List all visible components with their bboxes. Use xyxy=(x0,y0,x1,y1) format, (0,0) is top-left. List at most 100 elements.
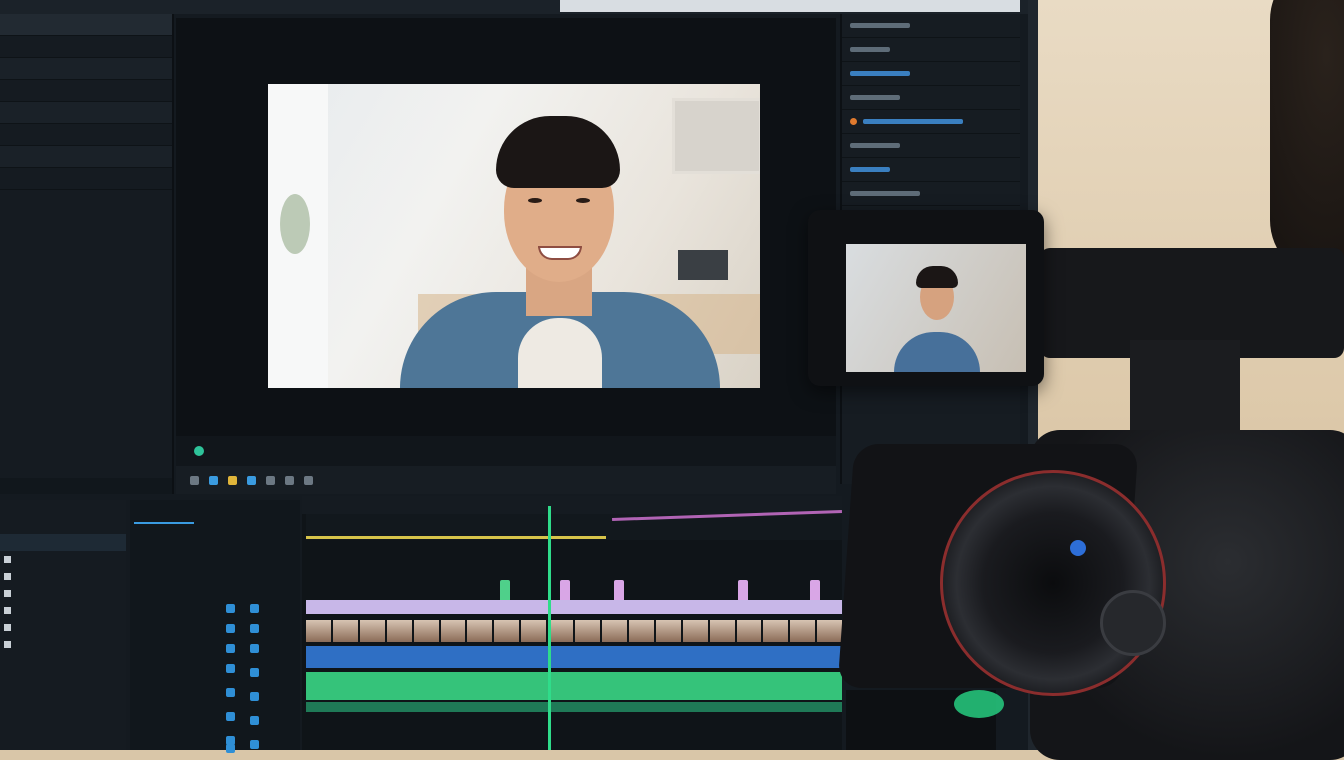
mixer-knob xyxy=(250,644,259,653)
project-row xyxy=(0,500,126,517)
mixer-knob xyxy=(226,644,235,653)
project-row xyxy=(0,602,126,619)
panel-row xyxy=(0,102,172,124)
hair xyxy=(496,116,620,188)
thumbnail xyxy=(359,620,385,642)
checkbox xyxy=(4,556,11,563)
property-bar xyxy=(863,119,963,124)
project-row-selected xyxy=(0,534,126,551)
thumbnail xyxy=(386,620,412,642)
property-row xyxy=(842,62,1020,86)
thumbnail xyxy=(332,620,358,642)
project-panel xyxy=(0,500,126,750)
video-clip-thumbnails xyxy=(306,620,843,642)
thumbnail xyxy=(413,620,439,642)
mixer-knob xyxy=(226,712,235,721)
white-tee xyxy=(518,318,602,388)
thumbnail xyxy=(494,620,520,642)
tool-icon xyxy=(247,475,256,485)
plant xyxy=(280,194,310,254)
mixer-knob xyxy=(250,740,259,749)
viewer-controls xyxy=(176,436,836,466)
panel-row xyxy=(0,36,172,58)
thumbnail xyxy=(763,620,789,642)
mixer-knob xyxy=(250,604,259,613)
property-row xyxy=(842,110,1020,134)
mixer-knob xyxy=(250,668,259,677)
thumbnail xyxy=(655,620,681,642)
checkbox xyxy=(4,641,11,648)
project-row xyxy=(0,619,126,636)
camera-monitor xyxy=(808,210,1044,386)
camera-lens xyxy=(940,470,1166,696)
project-row xyxy=(0,568,126,585)
thumbnail xyxy=(790,620,816,642)
program-viewer xyxy=(176,18,836,466)
property-bar xyxy=(850,143,900,148)
tool-icon xyxy=(285,475,294,485)
record-indicator xyxy=(194,446,204,456)
mixer-knob xyxy=(226,664,235,673)
mixer-knob xyxy=(226,744,235,753)
mixer-knob xyxy=(250,624,259,633)
tab-underline xyxy=(134,522,194,524)
camera-operator xyxy=(1270,0,1344,280)
mixer-knob xyxy=(226,604,235,613)
timeline-header xyxy=(302,496,842,514)
property-row xyxy=(842,182,1020,206)
transport-toolbar xyxy=(176,466,836,494)
panel-row xyxy=(0,146,172,168)
thumbnail xyxy=(601,620,627,642)
indicator-glow xyxy=(954,690,1004,718)
photo-scene xyxy=(0,0,1344,760)
property-row xyxy=(842,158,1020,182)
property-bar xyxy=(850,191,920,196)
monitor-shirt xyxy=(894,332,980,372)
thumbnail xyxy=(575,620,600,642)
work-area-bar xyxy=(306,536,606,539)
panel-footer xyxy=(0,478,172,494)
panel-row xyxy=(0,80,172,102)
property-row xyxy=(842,134,1020,158)
property-bar xyxy=(850,71,910,76)
title-clip xyxy=(306,600,842,614)
audio-clip xyxy=(306,672,842,700)
tool-icon xyxy=(266,475,275,485)
status-dot xyxy=(850,118,857,125)
project-row xyxy=(0,636,126,653)
property-bar xyxy=(850,23,910,28)
video-preview xyxy=(268,84,760,388)
checkbox xyxy=(4,607,11,614)
smiling-man xyxy=(400,106,720,388)
camera-monitor-screen xyxy=(846,244,1026,372)
timeline xyxy=(302,496,843,750)
property-row xyxy=(842,86,1020,110)
mixer-knob xyxy=(226,688,235,697)
thumbnail xyxy=(440,620,466,642)
mixer-knob xyxy=(250,716,259,725)
thumbnail xyxy=(817,620,843,642)
thumbnail xyxy=(548,620,574,642)
camera-dial xyxy=(1100,590,1166,656)
monitor-hair xyxy=(916,266,958,288)
tool-icon xyxy=(228,475,237,485)
project-row xyxy=(0,551,126,568)
audio-mixer xyxy=(130,500,300,753)
keyframe-marker xyxy=(614,580,624,602)
panel-row xyxy=(0,14,172,36)
mixer-knob xyxy=(226,624,235,633)
menu-bar xyxy=(0,0,1028,14)
keyframe-marker xyxy=(560,580,570,602)
checkbox xyxy=(4,573,11,580)
property-bar xyxy=(850,47,890,52)
property-bar xyxy=(850,167,890,172)
keyframe-marker xyxy=(738,580,748,602)
camera-readout xyxy=(846,690,1004,750)
playhead xyxy=(548,506,551,750)
project-row xyxy=(0,585,126,602)
property-row xyxy=(842,38,1020,62)
thumbnail xyxy=(521,620,547,642)
mixer-knob xyxy=(250,692,259,701)
checkbox xyxy=(4,590,11,597)
audio-clip-secondary xyxy=(306,702,842,712)
